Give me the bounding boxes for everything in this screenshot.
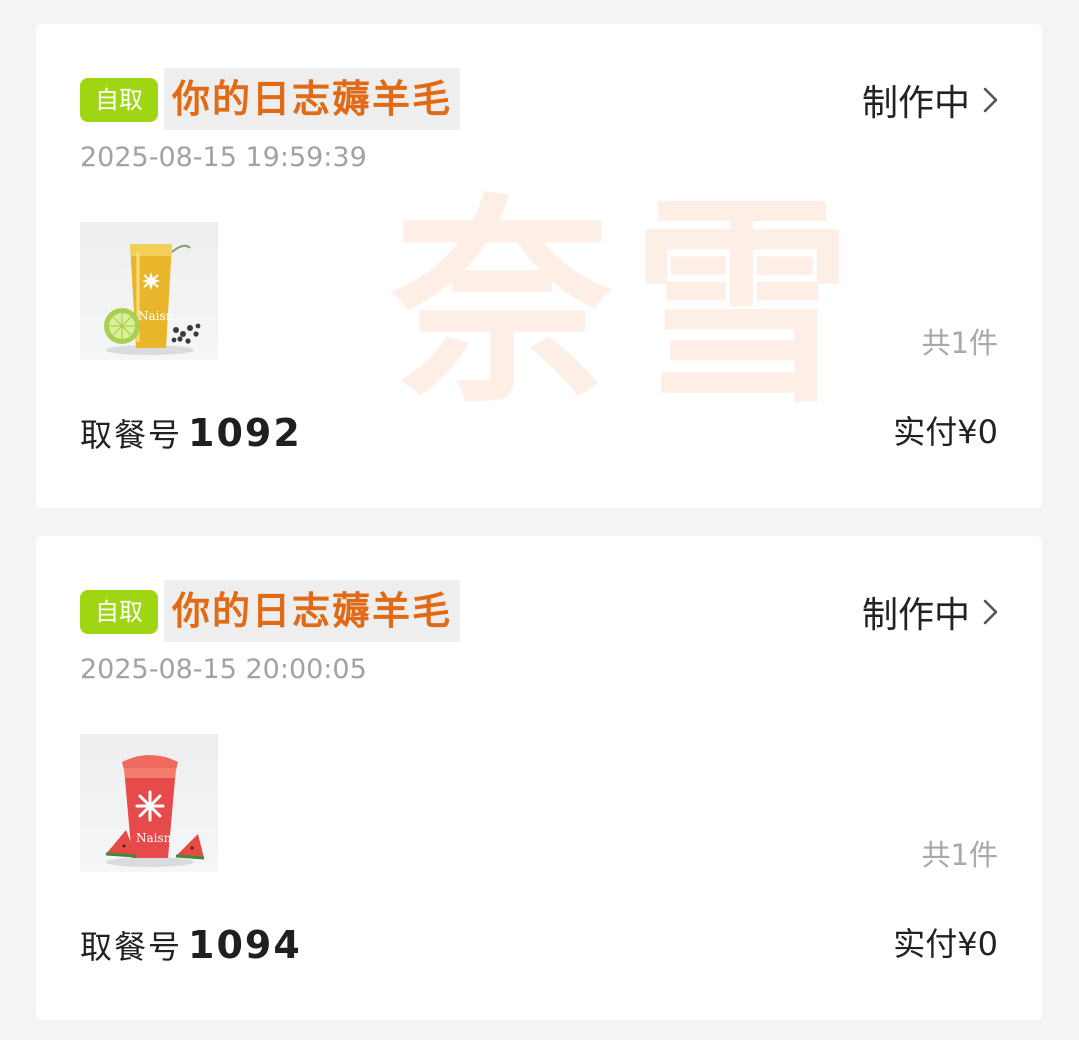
lemon-tea-cup-icon: Naisn xyxy=(104,244,201,355)
order-time: 2025-08-15 19:59:39 xyxy=(80,142,367,173)
store-name[interactable]: 你的日志薅羊毛 xyxy=(164,68,461,130)
svg-text:Naisn: Naisn xyxy=(136,831,172,845)
store-name[interactable]: 你的日志薅羊毛 xyxy=(164,580,461,642)
order-card[interactable]: 自取 你的日志薅羊毛 制作中 2025-08-15 20:00:05 Naisn xyxy=(36,536,1042,1020)
watermelon-cup-icon: Naisn xyxy=(105,755,205,867)
order-status-label: 制作中 xyxy=(861,595,970,636)
pickup-code-number: 1094 xyxy=(188,923,302,967)
chevron-right-icon xyxy=(983,599,998,625)
item-count: 共1件 xyxy=(921,326,998,360)
pickup-code: 取餐号 1094 xyxy=(80,922,302,968)
pickup-type-badge: 自取 xyxy=(80,590,158,634)
order-card[interactable]: 奈雪 自取 你的日志薅羊毛 制作中 2025-08-15 19:59:39 Na… xyxy=(36,24,1042,508)
brand-watermark: 奈雪 xyxy=(392,176,873,432)
item-count: 共1件 xyxy=(921,838,998,872)
chevron-right-icon xyxy=(983,87,998,113)
pickup-code-number: 1092 xyxy=(188,411,302,455)
pickup-code-label: 取餐号 xyxy=(80,416,183,454)
order-status-label: 制作中 xyxy=(861,83,970,124)
pickup-type-badge: 自取 xyxy=(80,78,158,122)
pickup-code-label: 取餐号 xyxy=(80,928,183,966)
pickup-code: 取餐号 1092 xyxy=(80,410,302,456)
order-status-link[interactable]: 制作中 xyxy=(862,76,1002,124)
paid-amount: 实付¥0 xyxy=(893,925,998,963)
product-thumbnail[interactable]: Naisn xyxy=(80,222,218,360)
svg-text:Naisn: Naisn xyxy=(138,309,174,323)
product-thumbnail[interactable]: Naisn xyxy=(80,734,218,872)
order-time: 2025-08-15 20:00:05 xyxy=(80,654,367,685)
order-status-link[interactable]: 制作中 xyxy=(862,588,1002,636)
paid-amount: 实付¥0 xyxy=(893,413,998,451)
